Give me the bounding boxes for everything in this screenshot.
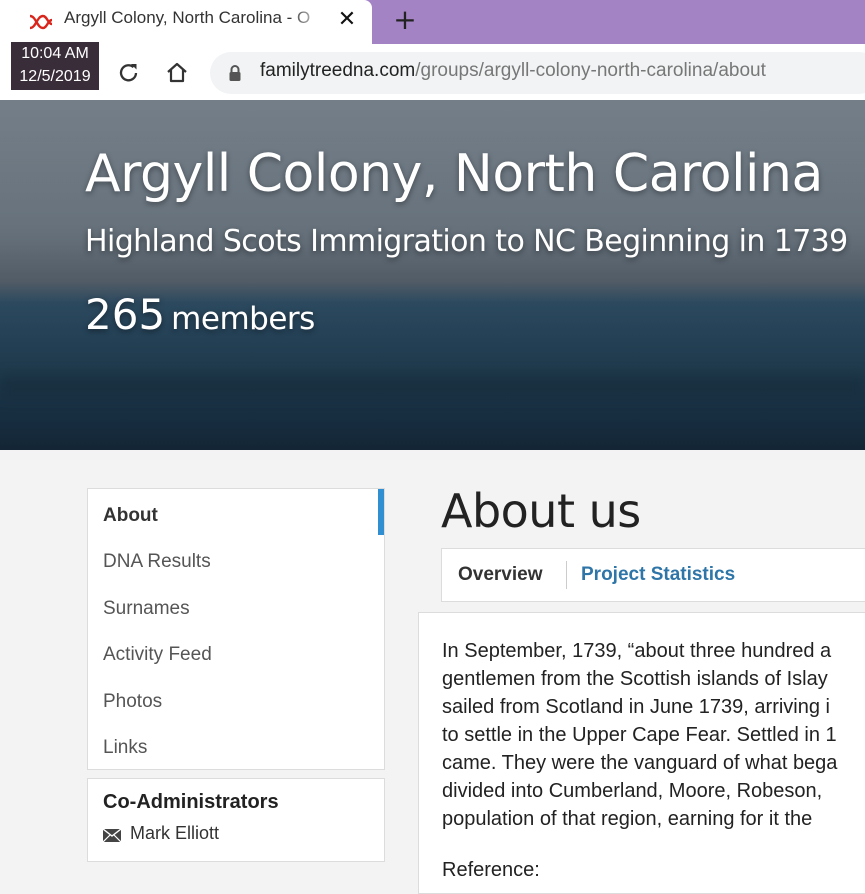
tab-divider (566, 561, 567, 589)
paragraph-line: sailed from Scotland in June 1739, arriv… (442, 696, 830, 718)
page-title: About us (441, 484, 641, 538)
url-text[interactable]: familytreedna.com/groups/argyll-colony-n… (260, 60, 766, 82)
sidebar-item-about[interactable]: About (103, 505, 158, 527)
paragraph-line: population of that region, earning for i… (442, 808, 813, 830)
paragraph-line: divided into Cumberland, Moore, Robeson, (442, 780, 823, 802)
browser-tab-strip: Argyll Colony, North Carolina - O ✕ + (0, 0, 865, 44)
plus-icon[interactable]: + (390, 5, 420, 35)
paragraph-line: to settle in the Upper Cape Fear. Settle… (442, 724, 837, 746)
close-icon[interactable]: ✕ (336, 7, 358, 33)
overview-paragraph: In September, 1739, “about three hundred… (442, 637, 865, 833)
dna-favicon-icon (27, 12, 55, 32)
home-icon[interactable] (163, 59, 191, 87)
lock-icon (228, 64, 242, 82)
browser-tab-active[interactable]: Argyll Colony, North Carolina - O ✕ (0, 0, 372, 44)
sidebar-item-activity-feed[interactable]: Activity Feed (103, 644, 212, 666)
tab-title: Argyll Colony, North Carolina - O (64, 8, 311, 27)
sidebar-item-dna-results[interactable]: DNA Results (103, 551, 211, 573)
mail-icon[interactable] (102, 827, 122, 843)
clock-date: 12/5/2019 (19, 68, 91, 85)
group-subtitle: Highland Scots Immigration to NC Beginni… (85, 224, 848, 259)
paragraph-line: came. They were the vanguard of what beg… (442, 752, 838, 774)
member-count: 265 members (85, 290, 315, 339)
sidebar-nav: About DNA Results Surnames Activity Feed… (87, 488, 385, 770)
sidebar-item-links[interactable]: Links (103, 737, 147, 759)
hero-banner: Argyll Colony, North Carolina Highland S… (0, 100, 865, 450)
clock-overlay: 10:04 AM 12/5/2019 (11, 42, 99, 90)
about-tabs: Overview Project Statistics (441, 548, 865, 602)
co-administrators-heading: Co-Administrators (103, 791, 279, 813)
tab-overview[interactable]: Overview (458, 564, 543, 586)
url-host: familytreedna.com (260, 60, 416, 81)
member-count-number: 265 (85, 290, 166, 339)
sidebar-item-photos[interactable]: Photos (103, 691, 162, 713)
tab-project-statistics[interactable]: Project Statistics (581, 564, 735, 586)
url-path: /groups/argyll-colony-north-carolina/abo… (415, 60, 766, 81)
sidebar-item-surnames[interactable]: Surnames (103, 598, 190, 620)
member-count-label: members (171, 301, 315, 337)
co-administrators-panel: Co-Administrators Mark Elliott (87, 778, 385, 862)
group-title: Argyll Colony, North Carolina (85, 144, 823, 204)
reload-icon[interactable] (115, 59, 143, 87)
reference-label: Reference: (442, 859, 540, 881)
active-item-indicator (378, 489, 384, 535)
clock-time: 10:04 AM (21, 45, 89, 62)
paragraph-line: gentlemen from the Scottish islands of I… (442, 668, 828, 690)
admin-name-link[interactable]: Mark Elliott (130, 823, 219, 844)
paragraph-line: In September, 1739, “about three hundred… (442, 640, 832, 662)
about-content-panel: In September, 1739, “about three hundred… (418, 612, 865, 894)
